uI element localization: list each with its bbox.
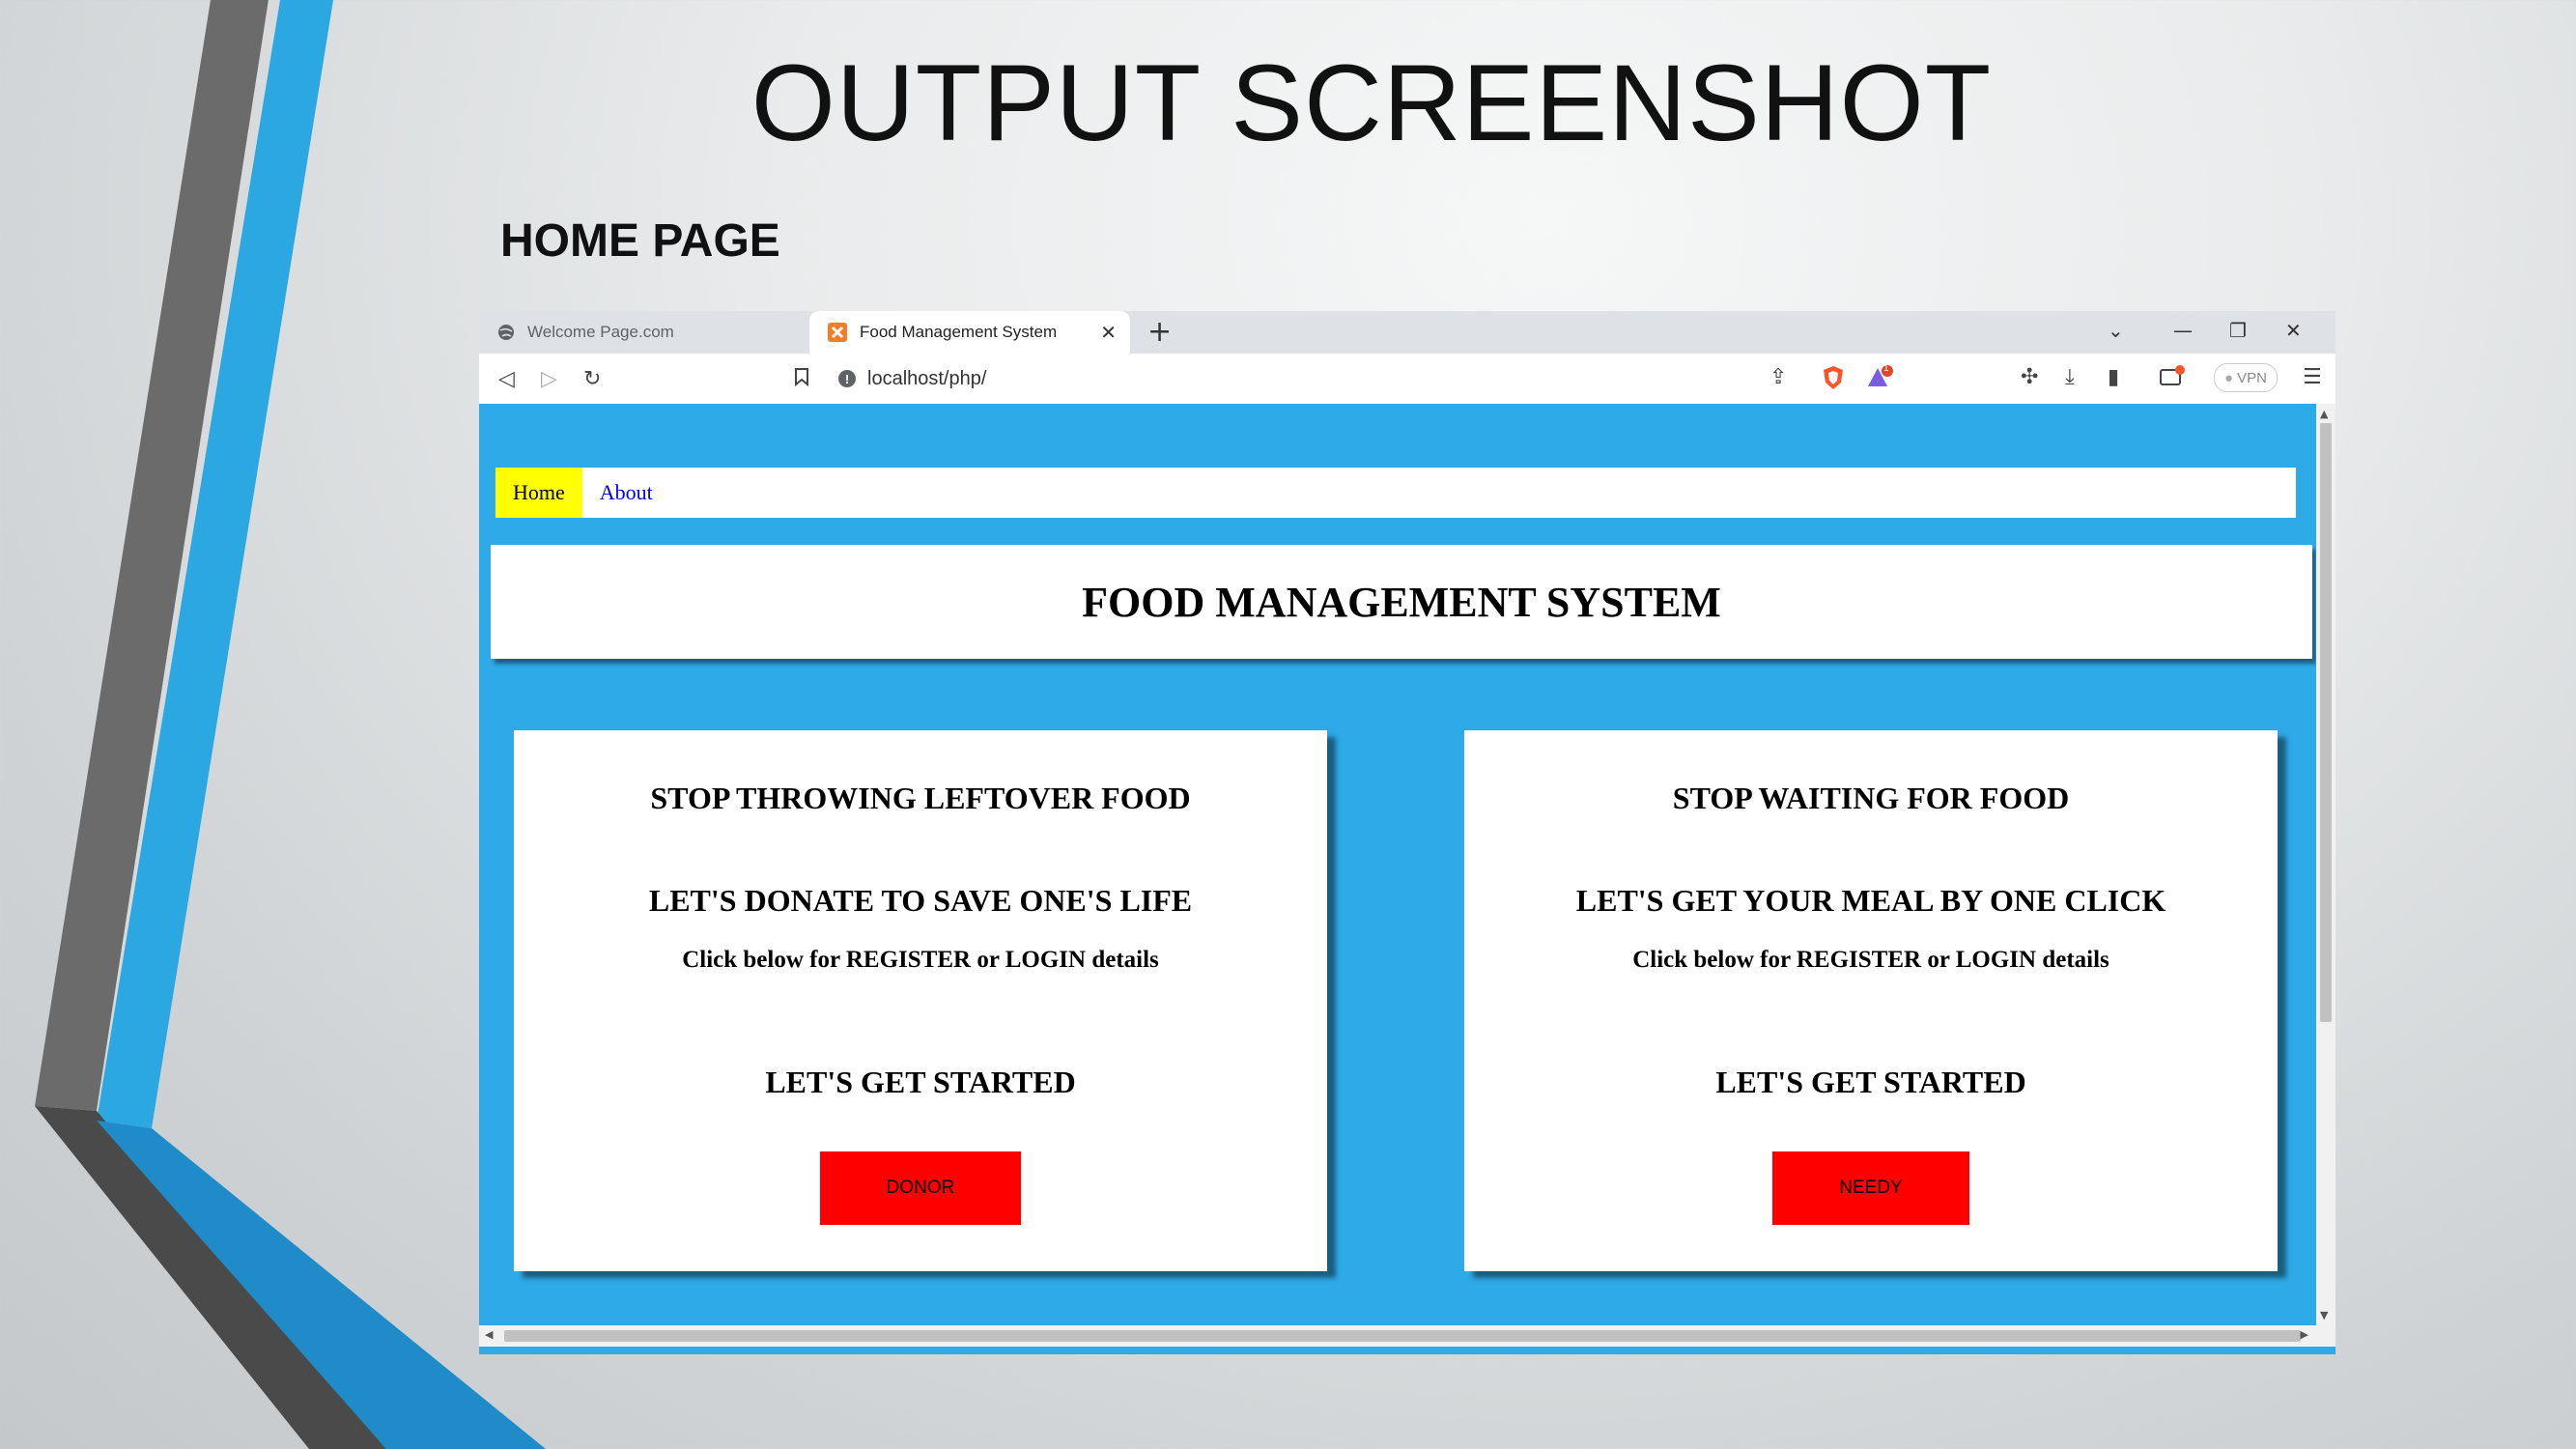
xampp-icon (827, 322, 848, 343)
slide-subtitle: HOME PAGE (500, 215, 780, 267)
scroll-thumb[interactable] (2320, 423, 2332, 1022)
nav-home-link[interactable]: Home (495, 468, 582, 518)
card-instruction: Click below for REGISTER or LOGIN detail… (1632, 947, 2109, 973)
info-icon[interactable]: ! (838, 370, 856, 387)
tab-welcome-page[interactable]: Welcome Page.com (479, 311, 807, 354)
share-icon[interactable]: ⇪ (1769, 365, 1787, 389)
card-cta-text: LET'S GET STARTED (765, 1065, 1076, 1099)
card-tagline: LET'S DONATE TO SAVE ONE'S LIFE (648, 883, 1193, 918)
card-heading: STOP WAITING FOR FOOD (1672, 781, 2070, 815)
site-nav: Home About (495, 468, 2296, 518)
site-title: FOOD MANAGEMENT SYSTEM (1082, 578, 1721, 626)
vertical-scrollbar[interactable]: ▲ ▼ (2316, 404, 2335, 1325)
scroll-left-icon[interactable]: ◀ (485, 1328, 493, 1341)
forward-icon[interactable]: ▷ (541, 367, 557, 391)
nav-about-link[interactable]: About (582, 468, 670, 518)
bookmark-icon[interactable] (794, 367, 809, 392)
card-heading: STOP THROWING LEFTOVER FOOD (650, 781, 1191, 815)
url-field[interactable]: ! localhost/php/ (827, 360, 1841, 397)
minimize-icon[interactable]: — (2173, 319, 2193, 342)
card-cta-text: LET'S GET STARTED (1715, 1065, 2026, 1099)
needy-button[interactable]: NEEDY (1772, 1151, 1969, 1225)
extensions-icon[interactable]: ✣ (2021, 365, 2038, 389)
brave-rewards-icon[interactable]: 1 (1866, 363, 1895, 396)
web-page: Home About FOOD MANAGEMENT SYSTEM STOP T… (479, 404, 2316, 1325)
scroll-thumb[interactable] (504, 1330, 2301, 1342)
card-tagline: LET'S GET YOUR MEAL BY ONE CLICK (1575, 883, 2166, 918)
slide-title: OUTPUT SCREENSHOT (750, 43, 1993, 163)
menu-icon[interactable]: ☰ (2303, 365, 2322, 389)
reload-icon[interactable]: ↻ (583, 367, 601, 391)
donor-button[interactable]: DONOR (820, 1151, 1021, 1225)
wallet-icon[interactable] (2160, 365, 2185, 392)
back-icon[interactable]: ◁ (498, 367, 515, 391)
tab-search-chevron-icon[interactable]: ⌄ (2108, 319, 2124, 342)
globe-icon (496, 323, 516, 342)
download-icon[interactable]: ⤓ (2065, 365, 2075, 389)
rewards-badge: 1 (1883, 363, 1889, 374)
tab-label: Food Management System (860, 323, 1058, 341)
horizontal-scrollbar[interactable]: ◀ ▶ (479, 1325, 2335, 1347)
brave-shield-icon[interactable] (1822, 365, 1845, 396)
restore-icon[interactable]: ❐ (2229, 319, 2247, 342)
browser-window: Welcome Page.com Food Management System … (479, 311, 2335, 1354)
address-bar: ◁ ▷ ↻ ! localhost/php/ ⇪ 1 ✣ ⤓ ▮ ● VPN ☰ (479, 354, 2335, 405)
needy-card: STOP WAITING FOR FOOD LET'S GET YOUR MEA… (1464, 730, 2278, 1271)
vpn-button[interactable]: ● VPN (2214, 363, 2278, 392)
close-window-icon[interactable]: ✕ (2285, 319, 2302, 342)
sidebar-icon[interactable]: ▮ (2108, 365, 2119, 389)
scroll-down-icon[interactable]: ▼ (2320, 1309, 2328, 1321)
tab-bar: Welcome Page.com Food Management System … (479, 311, 2335, 354)
tab-label: Welcome Page.com (527, 323, 674, 341)
site-header: FOOD MANAGEMENT SYSTEM (491, 545, 2312, 659)
url-text: localhost/php/ (867, 367, 987, 389)
card-instruction: Click below for REGISTER or LOGIN detail… (682, 947, 1159, 973)
donor-card: STOP THROWING LEFTOVER FOOD LET'S DONATE… (514, 730, 1327, 1271)
scroll-up-icon[interactable]: ▲ (2320, 408, 2328, 420)
new-tab-button[interactable]: + (1147, 315, 1172, 349)
tab-food-management-system[interactable]: Food Management System ✕ (809, 311, 1130, 354)
close-tab-icon[interactable]: ✕ (1100, 321, 1117, 345)
scroll-right-icon[interactable]: ▶ (2301, 1328, 2308, 1341)
